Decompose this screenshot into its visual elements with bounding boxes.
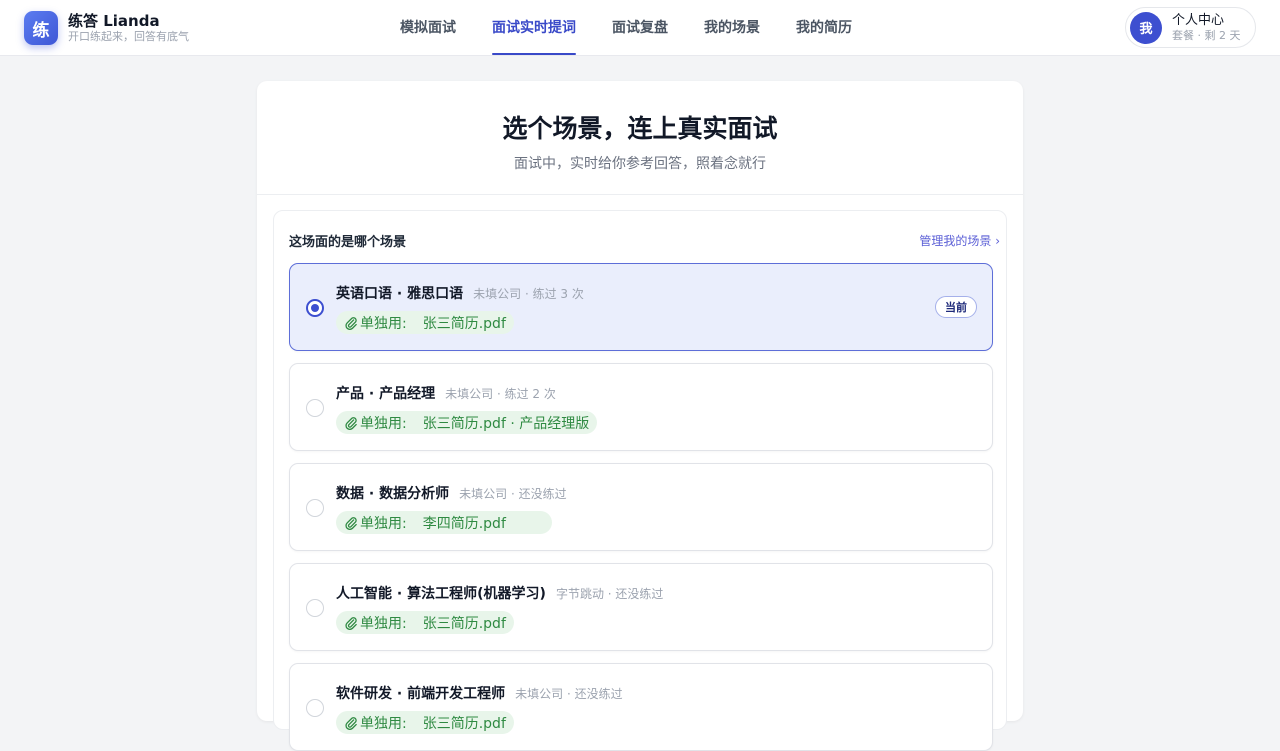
brand[interactable]: 练 练答 Lianda 开口练起来，回答有底气 [24,11,189,45]
chip-label: 单独用: [360,515,407,532]
scene-item[interactable]: 数据 · 数据分析师 未填公司 · 还没练过 单独用: 李四简历.pdf [289,463,993,551]
manage-scenes-link[interactable]: 管理我的场景 › [919,232,1000,249]
scene-meta: 未填公司 · 练过 2 次 [445,387,556,401]
scene-item[interactable]: 产品 · 产品经理 未填公司 · 练过 2 次 单独用: 张三简历.pdf · … [289,363,993,451]
avatar: 我 [1130,11,1162,44]
nav-live-prompter[interactable]: 面试实时提词 [492,0,576,56]
chip-label: 单独用: [360,315,407,332]
paperclip-icon [345,516,357,530]
current-badge: 当前 [935,296,977,318]
chip-label: 单独用: [360,415,407,432]
scene-meta: 字节跳动 · 还没练过 [555,587,664,601]
brand-name: 练答 Lianda [68,12,160,30]
scene-item[interactable]: 人工智能 · 算法工程师(机器学习) 字节跳动 · 还没练过 单独用: 张三简历… [289,563,993,651]
paperclip-icon [345,416,357,430]
brand-slogan: 开口练起来，回答有底气 [68,30,189,43]
panel-header: 这场面的是哪个场景 管理我的场景 › [274,211,1006,261]
resume-chip: 单独用: 张三简历.pdf [336,711,514,734]
scene-radio[interactable] [306,299,324,317]
page-subtitle: 面试中，实时给你参考回答，照着念就行 [514,156,766,172]
chip-label: 单独用: [360,615,407,632]
nav-my-resumes[interactable]: 我的简历 [796,0,852,56]
paperclip-icon [345,316,357,330]
user-center-button[interactable]: 我 个人中心 套餐 · 剩 2 天 [1125,7,1256,48]
scene-name: 产品 · 产品经理 [336,386,436,402]
resume-chip: 单独用: 张三简历.pdf [336,611,514,634]
scene-meta: 未填公司 · 练过 3 次 [473,287,584,301]
resume-chip: 单独用: 李四简历.pdf [336,511,552,534]
resume-chip: 单独用: 张三简历.pdf [336,311,514,334]
scene-panel: 这场面的是哪个场景 管理我的场景 › 英语口语 · 雅思口语 未填公司 · 练过… [273,210,1007,751]
radio-dot [311,304,319,312]
scene-name: 数据 · 数据分析师 [336,486,450,502]
scene-title-line: 软件研发 · 前端开发工程师 未填公司 · 还没练过 [336,683,623,703]
plan-remaining: 套餐 · 剩 2 天 [1172,28,1241,42]
scene-radio[interactable] [306,499,324,517]
resume-file: 张三简历.pdf [422,315,506,332]
panel-title: 这场面的是哪个场景 [289,235,407,250]
scene-name: 英语口语 · 雅思口语 [336,286,464,302]
scene-radio[interactable] [306,699,324,717]
scene-meta: 未填公司 · 还没练过 [515,687,623,701]
scene-name: 人工智能 · 算法工程师(机器学习) [336,586,546,602]
scene-picker-card: 选个场景，连上真实面试 面试中，实时给你参考回答，照着念就行 这场面的是哪个场景… [257,81,1023,751]
resume-file: 李四简历.pdf [422,515,506,532]
nav-my-scenes[interactable]: 我的场景 [704,0,760,56]
scene-title-line: 数据 · 数据分析师 未填公司 · 还没练过 [336,483,567,503]
scene-title-line: 产品 · 产品经理 未填公司 · 练过 2 次 [336,383,556,403]
user-center-label: 个人中心 [1172,12,1225,28]
scene-item[interactable]: 英语口语 · 雅思口语 未填公司 · 练过 3 次 单独用: 张三简历.pdf … [289,263,993,351]
resume-file: 张三简历.pdf [422,615,506,632]
scene-title-line: 人工智能 · 算法工程师(机器学习) 字节跳动 · 还没练过 [336,583,663,603]
brand-text: 练答 Lianda 开口练起来，回答有底气 [68,12,189,44]
user-info: 个人中心 套餐 · 剩 2 天 [1172,13,1240,43]
nav-interview-review[interactable]: 面试复盘 [612,0,668,56]
brand-logo: 练 [24,11,58,45]
scene-radio[interactable] [306,399,324,417]
resume-chip: 单独用: 张三简历.pdf · 产品经理版 [336,411,598,434]
scene-name: 软件研发 · 前端开发工程师 [336,686,506,702]
top-navbar: 练 练答 Lianda 开口练起来，回答有底气 模拟面试 面试实时提词 面试复盘… [0,0,1280,56]
scene-item[interactable]: 软件研发 · 前端开发工程师 未填公司 · 还没练过 单独用: 张三简历.pdf [289,663,993,751]
scene-meta: 未填公司 · 还没练过 [459,487,567,501]
page-title: 选个场景，连上真实面试 [502,114,778,143]
nav-mock-interview[interactable]: 模拟面试 [400,0,456,56]
main-nav: 模拟面试 面试实时提词 面试复盘 我的场景 我的简历 [400,0,888,56]
scene-title-line: 英语口语 · 雅思口语 未填公司 · 练过 3 次 [336,283,584,303]
resume-file: 张三简历.pdf [422,715,506,732]
hero: 选个场景，连上真实面试 面试中，实时给你参考回答，照着念就行 [257,81,1023,195]
scene-radio[interactable] [306,599,324,617]
resume-file: 张三简历.pdf · 产品经理版 [422,415,590,432]
paperclip-icon [345,616,357,630]
paperclip-icon [345,716,357,730]
chip-label: 单独用: [360,715,407,732]
